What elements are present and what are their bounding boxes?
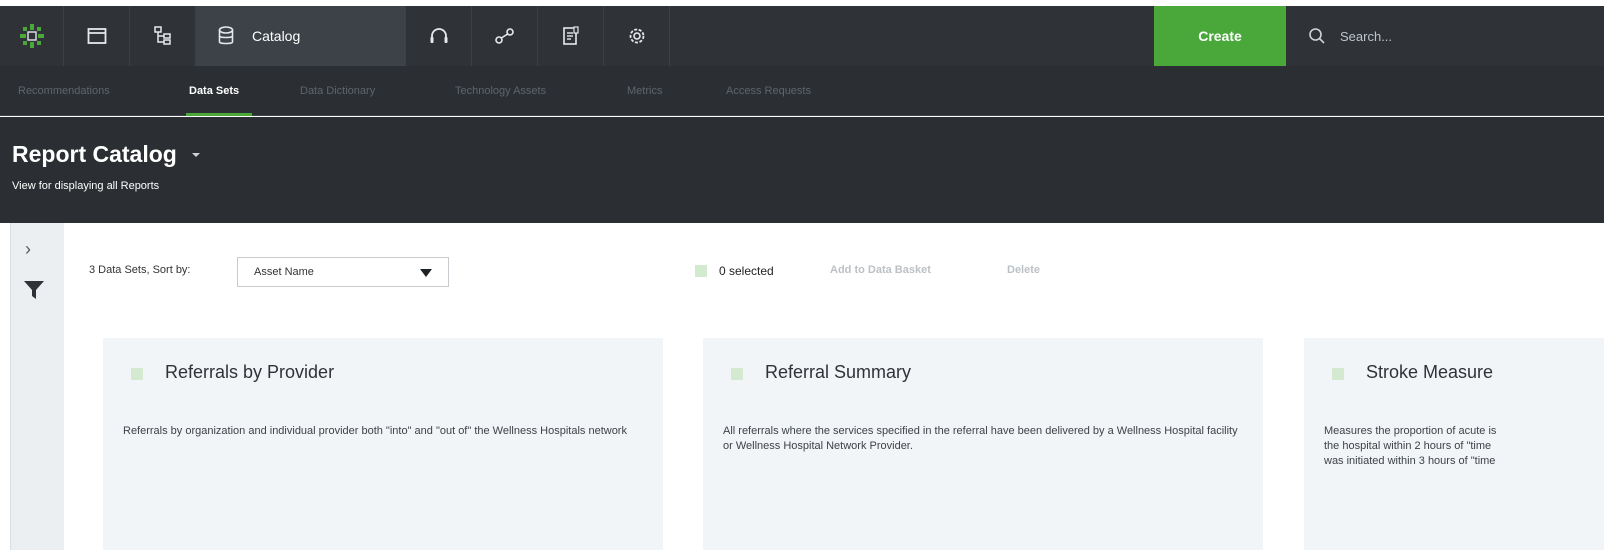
sort-selected-value: Asset Name <box>254 266 314 278</box>
expand-chevron-icon[interactable]: › <box>25 239 31 260</box>
title-dropdown-caret-icon[interactable] <box>191 151 201 159</box>
active-tab-indicator <box>186 113 252 116</box>
title-row: Report Catalog <box>12 141 201 168</box>
support-icon[interactable] <box>406 6 472 66</box>
card-description-line: the hospital within 2 hours of "time <box>1324 440 1492 452</box>
card-title[interactable]: Referrals by Provider <box>165 362 334 383</box>
dataset-card[interactable]: Referrals by Provider Referrals by organ… <box>103 338 663 550</box>
page-header: Report Catalog View for displaying all R… <box>0 117 1604 223</box>
card-description-line: was initiated within 3 hours of "time <box>1324 455 1496 467</box>
dataset-card[interactable]: Stroke Measure Measures the proportion o… <box>1304 338 1604 550</box>
card-description: Referrals by organization and individual… <box>123 425 627 437</box>
tab-data-sets[interactable]: Data Sets <box>189 66 239 116</box>
tab-metrics[interactable]: Metrics <box>627 66 662 116</box>
filter-funnel-icon[interactable] <box>23 279 45 301</box>
reports-icon[interactable] <box>538 6 604 66</box>
create-button[interactable]: Create <box>1154 6 1286 66</box>
topbar-empty-space <box>670 6 1154 66</box>
top-spacer <box>0 0 1604 6</box>
settings-gear-icon[interactable] <box>604 6 670 66</box>
dataset-count-label: 3 Data Sets, Sort by: <box>89 264 191 276</box>
search-icon <box>1309 28 1325 44</box>
add-to-data-basket-button[interactable]: Add to Data Basket <box>830 264 931 276</box>
card-checkbox[interactable] <box>731 368 743 380</box>
sub-navigation: Recommendations Data Sets Data Dictionar… <box>0 66 1604 116</box>
delete-button[interactable]: Delete <box>1007 264 1040 276</box>
chevron-down-icon <box>420 269 432 277</box>
dataset-card[interactable]: Referral Summary All referrals where the… <box>703 338 1263 550</box>
card-description-line: Measures the proportion of acute is <box>1324 425 1497 437</box>
window-icon[interactable] <box>64 6 130 66</box>
link-icon[interactable] <box>472 6 538 66</box>
card-description: All referrals where the services specifi… <box>723 425 1238 452</box>
card-checkbox[interactable] <box>1332 368 1344 380</box>
sort-by-select[interactable]: Asset Name <box>237 257 449 287</box>
page-title: Report Catalog <box>12 141 177 167</box>
catalog-nav-item[interactable]: Catalog <box>196 6 406 66</box>
tab-access-requests[interactable]: Access Requests <box>726 66 811 116</box>
database-icon <box>218 26 234 45</box>
card-title[interactable]: Referral Summary <box>765 362 911 383</box>
card-title[interactable]: Stroke Measure <box>1366 362 1493 383</box>
app-logo-icon[interactable] <box>0 6 64 66</box>
tab-recommendations[interactable]: Recommendations <box>18 66 110 116</box>
tab-technology-assets[interactable]: Technology Assets <box>455 66 546 116</box>
hierarchy-icon[interactable] <box>130 6 196 66</box>
search-bar[interactable] <box>1286 6 1604 66</box>
select-all-checkbox[interactable] <box>695 265 707 277</box>
filter-rail: › <box>10 223 64 550</box>
card-description: Measures the proportion of acute is the … <box>1324 424 1604 469</box>
catalog-label: Catalog <box>252 28 301 44</box>
top-navigation-bar: Catalog Create <box>0 0 1604 66</box>
tab-data-dictionary[interactable]: Data Dictionary <box>300 66 375 116</box>
search-input[interactable] <box>1340 28 1540 44</box>
page-subtitle: View for displaying all Reports <box>12 180 160 192</box>
card-checkbox[interactable] <box>131 368 143 380</box>
selected-count-label: 0 selected <box>719 264 774 278</box>
